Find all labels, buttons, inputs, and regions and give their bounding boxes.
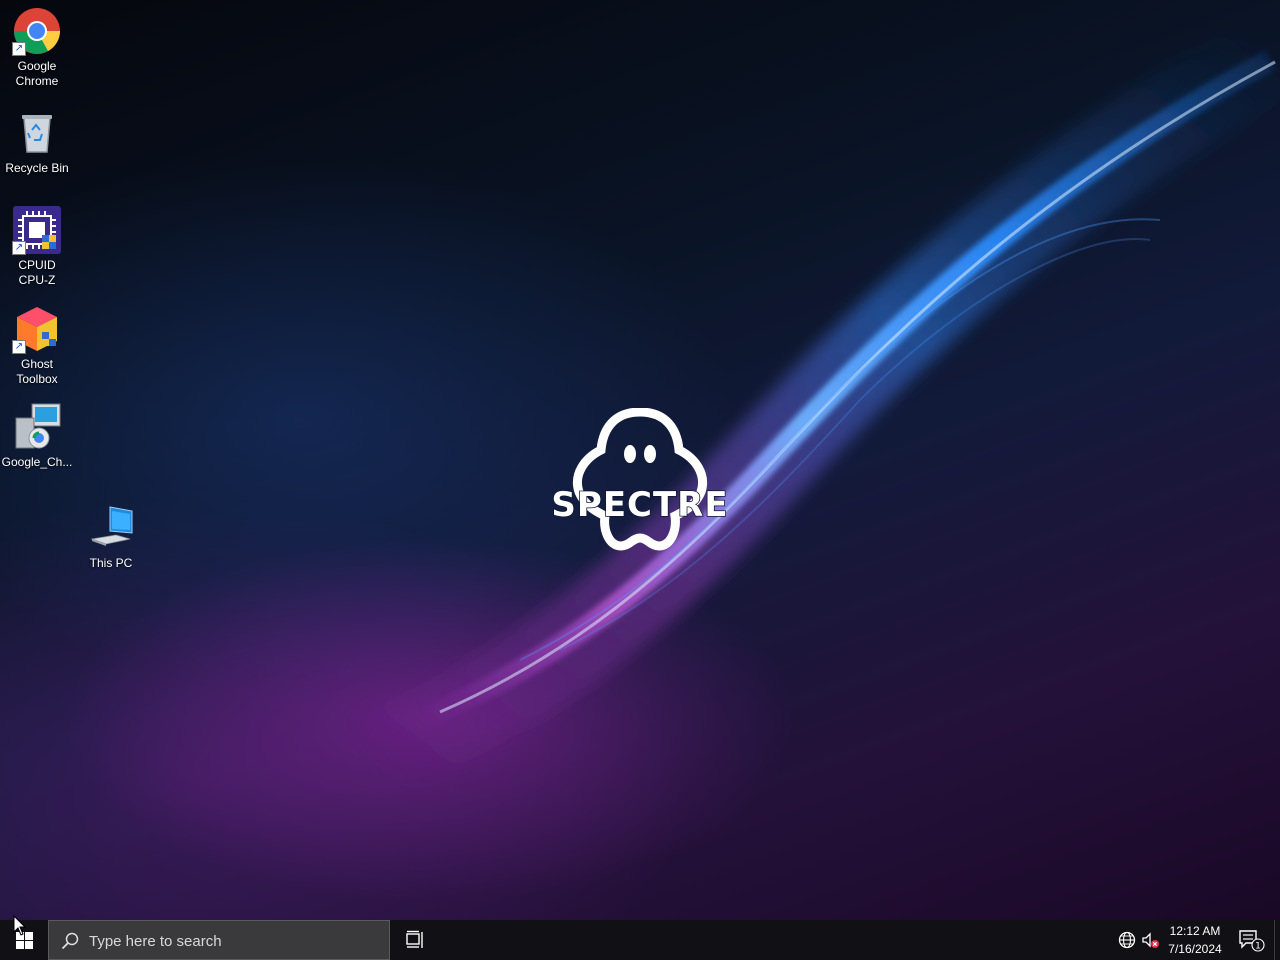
shortcut-arrow-icon: ↗ — [12, 340, 26, 354]
desktop: ↗ Google Chrome Recycle Bin ↗ CPUID CPU-… — [0, 0, 1280, 920]
spectre-logo: SPECTRE — [551, 408, 728, 551]
recycle-bin-icon — [12, 108, 62, 158]
desktop-icon-google-chrome[interactable]: ↗ Google Chrome — [0, 6, 74, 89]
clock-date: 7/16/2024 — [1168, 942, 1222, 956]
installer-icon — [12, 402, 62, 452]
chrome-icon: ↗ — [12, 6, 62, 56]
this-pc-icon — [86, 503, 136, 553]
icon-label-line1: Google — [17, 59, 57, 73]
desktop-icon-cpuid-cpu-z[interactable]: ↗ CPUID CPU-Z — [0, 205, 74, 288]
icon-label-line2: CPU-Z — [18, 273, 56, 287]
mouse-cursor-icon — [13, 915, 27, 936]
search-icon — [61, 932, 79, 950]
system-clock[interactable]: 12:12 AM 7/16/2024 — [1162, 922, 1228, 958]
icon-label: Recycle Bin — [5, 161, 69, 175]
search-input[interactable] — [89, 930, 379, 952]
spectre-wordmark: SPECTRE — [551, 485, 728, 525]
show-desktop-button[interactable] — [1274, 920, 1280, 960]
desktop-icon-recycle-bin[interactable]: Recycle Bin — [0, 108, 74, 176]
action-center-button[interactable]: 1 — [1234, 920, 1274, 960]
task-view-button[interactable] — [396, 920, 436, 960]
taskbar-search-box[interactable] — [48, 920, 390, 960]
notification-count: 1 — [1255, 942, 1261, 952]
desktop-icon-ghost-toolbox[interactable]: ↗ Ghost Toolbox — [0, 304, 74, 387]
icon-label-line1: Ghost — [20, 357, 53, 371]
task-view-icon — [406, 930, 423, 948]
shortcut-arrow-icon: ↗ — [12, 42, 26, 56]
icon-label-line1: CPUID — [18, 258, 56, 272]
shortcut-arrow-icon: ↗ — [12, 241, 26, 255]
network-globe-icon[interactable] — [1117, 930, 1137, 950]
icon-label: This PC — [89, 556, 133, 570]
icon-label: Google_Ch... — [1, 455, 73, 469]
volume-muted-icon[interactable] — [1140, 930, 1160, 950]
clock-time: 12:12 AM — [1169, 924, 1221, 938]
cpu-z-icon: ↗ — [12, 205, 62, 255]
icon-label-line2: Chrome — [15, 74, 59, 88]
desktop-icon-google-chrome-installer[interactable]: Google_Ch... — [0, 402, 74, 470]
notification-icon: 1 — [1239, 930, 1265, 952]
ghost-toolbox-icon: ↗ — [12, 304, 62, 354]
taskbar: 12:12 AM 7/16/2024 1 — [0, 920, 1280, 960]
icon-label-line2: Toolbox — [16, 372, 58, 386]
desktop-icon-this-pc[interactable]: This PC — [74, 503, 148, 571]
